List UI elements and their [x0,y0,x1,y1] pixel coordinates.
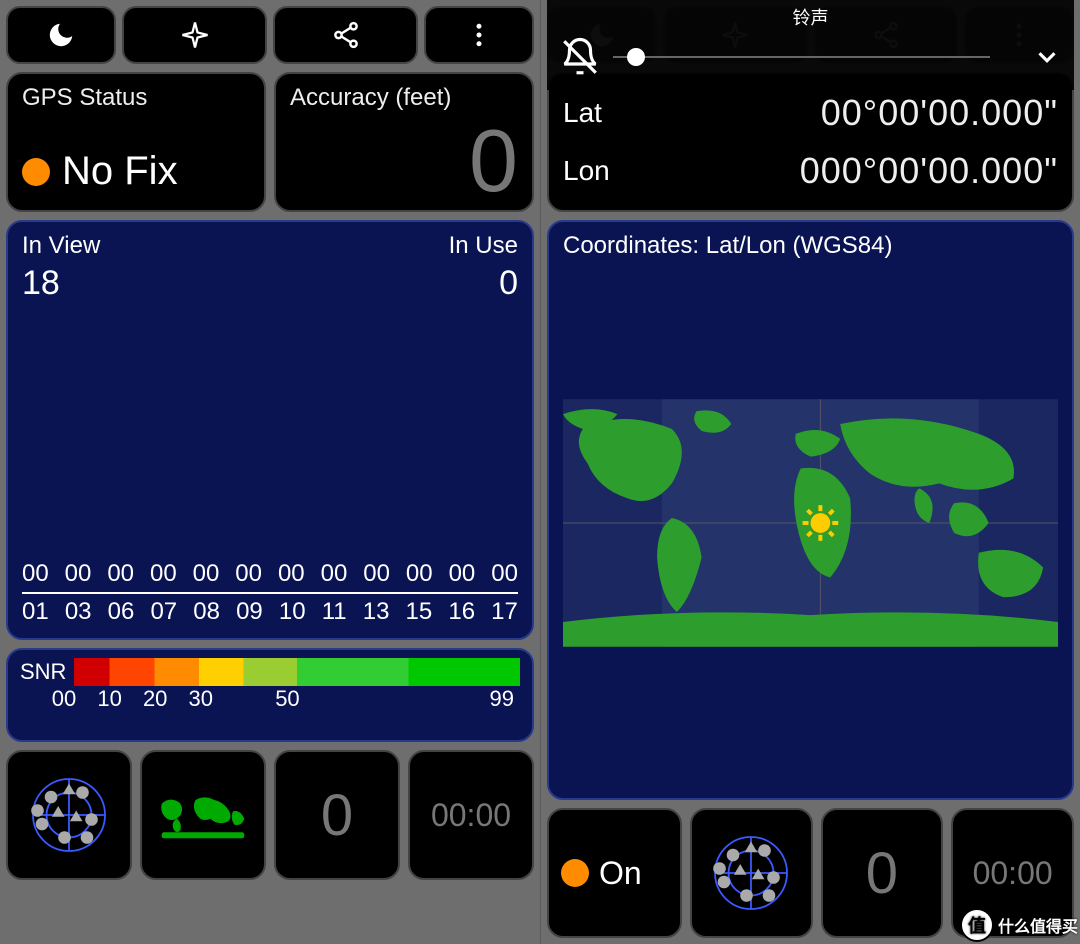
zero-value: 0 [321,782,353,849]
chevron-down-icon[interactable] [1032,42,1062,72]
status-dot-icon [22,158,50,186]
zero-value: 0 [866,840,898,907]
watermark-badge: 值 [960,908,994,942]
lon-value: 000°00'00.000" [800,150,1058,192]
toolbar [6,6,534,64]
in-use-value: 0 [449,264,518,303]
share-button[interactable] [273,6,418,64]
sky-plot-tab[interactable] [690,808,813,938]
accuracy-card[interactable]: Accuracy (feet) 0 [274,72,534,212]
volume-slider[interactable] [613,56,990,58]
coords-panel[interactable]: Coordinates: Lat/Lon (WGS84) [547,220,1074,800]
ringtone-label: 铃声 [559,4,1062,30]
timer-value: 00:00 [431,797,511,834]
gps-status-value: No Fix [62,149,178,194]
on-status-tab[interactable]: On [547,808,682,938]
on-label: On [599,855,642,892]
sky-plot-icon [706,828,796,918]
accuracy-value: 0 [290,121,518,200]
moon-icon [46,20,76,50]
watermark-text: 什么值得买 [998,913,1078,937]
world-map-svg [563,398,1058,648]
screen-right: 铃声 Lat 00°00'00.000" Lon 000°00'00.000" … [540,0,1080,944]
snr-legend-label: SNR [20,659,66,685]
status-row: GPS Status No Fix Accuracy (feet) 0 [6,72,534,212]
bell-muted-icon [559,36,601,78]
lat-value: 00°00'00.000" [821,92,1058,134]
star-button[interactable] [122,6,267,64]
coords-label: Coordinates: Lat/Lon (WGS84) [563,232,1058,260]
snr-id-row: 010306070809101113151617 [22,598,518,626]
sky-plot-icon [24,770,114,860]
snr-gradient [74,658,520,686]
compass-star-icon [180,20,210,50]
bottom-nav: 0 00:00 [6,750,534,880]
watermark: 值 什么值得买 [960,908,1078,942]
on-dot-icon [561,859,589,887]
world-map-icon [158,770,248,860]
screen-left: GPS Status No Fix Accuracy (feet) 0 In V… [0,0,540,944]
world-map [563,260,1058,786]
satellite-panel[interactable]: In View 18 In Use 0 00000000000000000000… [6,220,534,640]
in-use-label: In Use [449,232,518,260]
share-icon [331,20,361,50]
menu-button[interactable] [424,6,534,64]
accuracy-label: Accuracy (feet) [290,84,518,112]
in-view-value: 18 [22,264,100,303]
snr-ticks: 001020305099 [64,686,520,712]
satellite-chart: 000000000000000000000000 010306070809101… [22,303,518,626]
zero-tab[interactable]: 0 [821,808,944,938]
timer-tab[interactable]: 00:00 [408,750,534,880]
latlon-card[interactable]: Lat 00°00'00.000" Lon 000°00'00.000" [547,72,1074,212]
gps-status-label: GPS Status [22,84,250,112]
slider-thumb[interactable] [627,48,645,66]
moon-button[interactable] [6,6,116,64]
lon-label: Lon [563,155,610,187]
in-view-label: In View [22,232,100,260]
zero-tab[interactable]: 0 [274,750,400,880]
map-tab[interactable] [140,750,266,880]
sky-plot-tab[interactable] [6,750,132,880]
snr-legend-card: SNR 001020305099 [6,648,534,742]
timer-value: 00:00 [973,855,1053,892]
ringtone-overlay: 铃声 [547,0,1074,90]
more-vert-icon [464,20,494,50]
gps-status-card[interactable]: GPS Status No Fix [6,72,266,212]
lat-label: Lat [563,97,602,129]
snr-value-row: 000000000000000000000000 [22,560,518,588]
